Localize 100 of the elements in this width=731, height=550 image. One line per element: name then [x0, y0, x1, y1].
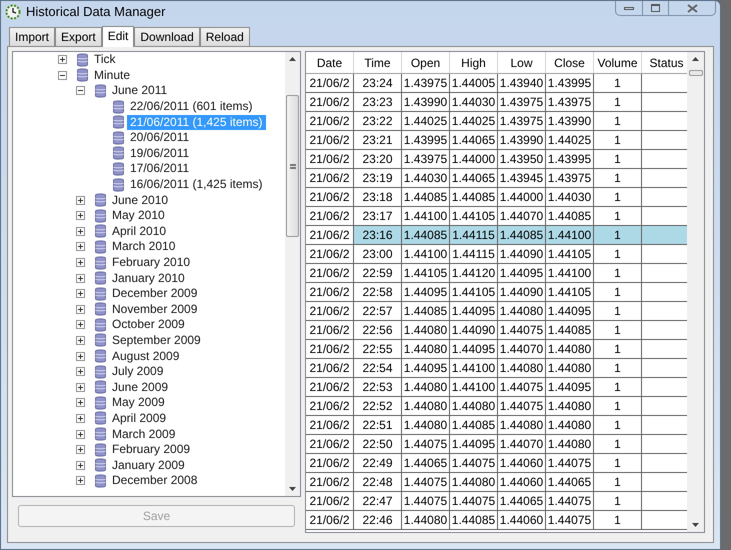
tab[interactable]: Import: [9, 27, 56, 46]
expand-icon[interactable]: [76, 274, 85, 283]
table-cell: 1: [594, 207, 642, 226]
table-cell: 1.44100: [546, 226, 594, 245]
expand-icon[interactable]: [76, 445, 85, 454]
table-cell: 1.44025: [450, 112, 498, 131]
tree-item[interactable]: 19/06/2011: [127, 146, 192, 161]
tree-item[interactable]: November 2009: [109, 302, 200, 317]
table-cell: 22:57: [354, 302, 402, 321]
table-cell: 1.44105: [402, 264, 450, 283]
tree-item[interactable]: August 2009: [109, 348, 182, 364]
tree-item[interactable]: June 2010: [109, 192, 172, 208]
expand-icon[interactable]: [76, 226, 85, 236]
tree-item[interactable]: 16/06/2011 (1,425 items): [127, 177, 266, 192]
tree-item[interactable]: January 2010: [109, 270, 188, 286]
expand-icon[interactable]: [76, 382, 85, 392]
scrollbar[interactable]: [687, 52, 704, 532]
database-icon: [95, 474, 106, 488]
scroll-up-icon[interactable]: [289, 57, 296, 61]
database-icon: [95, 318, 106, 332]
tree-item[interactable]: February 2009: [109, 442, 194, 458]
tree-item[interactable]: May 2010: [109, 208, 168, 224]
tree-item[interactable]: February 2010: [109, 255, 194, 270]
expand-icon[interactable]: [76, 211, 85, 220]
tree-item[interactable]: December 2009: [109, 286, 200, 302]
tree-item[interactable]: March 2009: [109, 426, 178, 442]
tree-item[interactable]: May 2009: [109, 395, 168, 410]
collapse-icon[interactable]: [58, 70, 67, 80]
table-cell: 21/06/2: [306, 359, 354, 378]
expand-icon[interactable]: [76, 398, 85, 408]
table-cell: 1.44075: [546, 492, 594, 511]
table-cell: 21/06/2: [306, 511, 354, 530]
tree-item[interactable]: June 2009: [109, 380, 172, 395]
table-cell: 1.44095: [402, 283, 450, 302]
table-cell: 1.44080: [450, 397, 498, 416]
tab[interactable]: Reload: [200, 27, 250, 46]
expand-icon[interactable]: [76, 304, 85, 314]
tree-item[interactable]: April 2009: [109, 410, 170, 426]
expand-icon[interactable]: [76, 258, 85, 268]
table-cell: 1.44105: [450, 207, 498, 226]
scrollbar[interactable]: [285, 52, 300, 496]
tab[interactable]: Edit: [102, 26, 134, 47]
expand-icon[interactable]: [58, 55, 67, 64]
database-icon: [95, 380, 106, 394]
tab[interactable]: Download: [134, 27, 200, 46]
table-cell: 1.44080: [546, 435, 594, 454]
table-cell: 1.44065: [498, 492, 546, 511]
database-icon: [95, 208, 106, 223]
table-cell: 21/06/2: [306, 473, 354, 492]
tree-item[interactable]: July 2009: [109, 364, 166, 380]
table-cell: 1.44080: [546, 359, 594, 378]
table-cell: 21/06/2: [306, 207, 354, 226]
table-cell: 21/06/2: [306, 169, 354, 188]
scroll-down-icon[interactable]: [692, 523, 699, 527]
table-cell: 1: [594, 473, 642, 492]
table-cell: 1.44095: [498, 264, 546, 283]
table-cell: 1.43940: [498, 74, 546, 93]
tree-item[interactable]: 17/06/2011: [127, 161, 192, 176]
table-cell: 23:00: [354, 245, 402, 264]
table-cell: 21/06/2: [306, 74, 354, 93]
tree-item[interactable]: March 2010: [109, 239, 178, 254]
database-icon: [95, 256, 106, 270]
table-cell: 23:18: [354, 188, 402, 207]
expand-icon[interactable]: [76, 242, 85, 252]
table-cell: 1.43975: [546, 169, 594, 188]
tree-item[interactable]: 22/06/2011 (601 items): [127, 99, 256, 114]
tree-item[interactable]: Minute: [91, 68, 134, 83]
expand-icon[interactable]: [76, 367, 85, 376]
database-icon: [95, 333, 106, 348]
expand-icon[interactable]: [76, 320, 85, 330]
table-cell: 21/06/2: [306, 340, 354, 359]
tree-item[interactable]: Tick: [91, 52, 119, 68]
scroll-up-icon[interactable]: [692, 57, 699, 61]
table-cell: 1.43950: [498, 150, 546, 169]
expand-icon[interactable]: [76, 476, 85, 486]
tree-item[interactable]: June 2011: [109, 83, 170, 98]
table-cell: 1: [594, 74, 642, 93]
expand-icon[interactable]: [76, 352, 85, 361]
table-cell: 22:59: [354, 264, 402, 283]
tree-item[interactable]: January 2009: [109, 458, 188, 473]
table-cell: 21/06/2: [306, 302, 354, 321]
tree-item[interactable]: April 2010: [109, 224, 170, 239]
table-cell: 22:49: [354, 454, 402, 473]
collapse-icon[interactable]: [76, 86, 85, 96]
tab[interactable]: Export: [55, 27, 102, 46]
tree-item[interactable]: December 2008: [109, 473, 200, 488]
table-cell: 1.43975: [498, 112, 546, 131]
scroll-down-icon[interactable]: [289, 487, 296, 491]
expand-icon[interactable]: [76, 414, 85, 423]
expand-icon[interactable]: [76, 430, 85, 439]
table-cell: 1.44075: [498, 321, 546, 340]
table-cell: 21/06/2: [306, 93, 354, 112]
tree-item[interactable]: October 2009: [109, 317, 188, 332]
expand-icon[interactable]: [76, 196, 85, 205]
expand-icon[interactable]: [76, 289, 85, 298]
tree-item[interactable]: September 2009: [109, 332, 204, 348]
tree-item[interactable]: 20/06/2011: [127, 130, 192, 146]
scroll-thumb[interactable]: [688, 70, 702, 76]
expand-icon[interactable]: [76, 336, 85, 345]
expand-icon[interactable]: [76, 460, 85, 470]
